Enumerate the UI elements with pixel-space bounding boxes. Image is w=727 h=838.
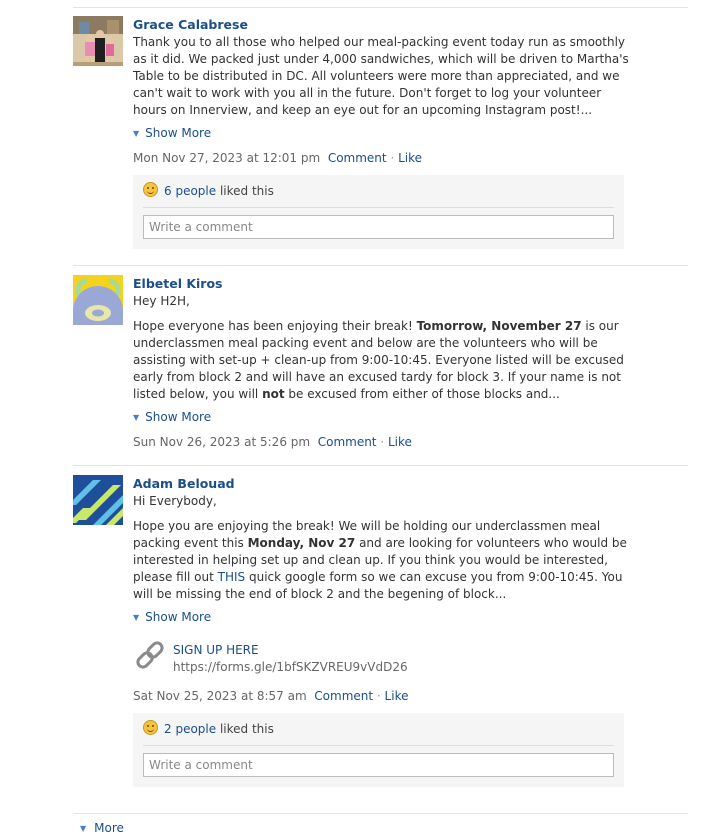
post-timestamp: Sat Nov 25, 2023 at 8:57 am: [133, 689, 307, 703]
expand-triangle-icon: ▼: [80, 824, 87, 833]
text-run: Thank you to all those who helped our me…: [133, 35, 629, 117]
likes-suffix: liked this: [219, 722, 274, 736]
divider: [73, 813, 688, 814]
text-run: Hope everyone has been enjoying their br…: [133, 319, 417, 333]
bold-text: Monday, Nov 27: [247, 536, 356, 550]
like-link[interactable]: Like: [398, 151, 422, 165]
post-author[interactable]: Adam Belouad: [133, 475, 633, 493]
attachment-title-link[interactable]: SIGN UP HERE: [173, 642, 259, 659]
show-more-link[interactable]: ▼ Show More: [133, 409, 633, 426]
scrollbar-track[interactable]: [708, 0, 727, 838]
divider: [143, 745, 614, 746]
expand-triangle-icon: ▼: [133, 413, 140, 422]
like-link[interactable]: Like: [385, 689, 409, 703]
bold-text: not: [262, 387, 285, 401]
more-posts-link[interactable]: ▼ More: [80, 820, 124, 837]
post-timestamp: Sun Nov 26, 2023 at 5:26 pm: [133, 435, 311, 449]
inline-link[interactable]: THIS: [218, 570, 246, 584]
divider: [143, 207, 614, 208]
text-run: Hey H2H,: [133, 294, 190, 308]
text-run: be excused from either of those blocks a…: [284, 387, 560, 401]
post-meta: Sun Nov 26, 2023 at 5:26 pm Comment · Li…: [133, 435, 412, 449]
comment-input[interactable]: [143, 753, 614, 777]
post-author[interactable]: Elbetel Kiros: [133, 275, 633, 293]
comment-input[interactable]: [143, 215, 614, 239]
attachment-url: https://forms.gle/1bfSKZVREU9vVdD26: [173, 660, 408, 674]
post-greeting: Hey H2H,: [133, 293, 633, 310]
likes-panel: 6 people liked this: [133, 175, 624, 249]
likes-count-link[interactable]: 6 people: [164, 184, 216, 198]
post-greeting: Hi Everybody,: [133, 493, 633, 510]
expand-triangle-icon: ▼: [133, 129, 140, 138]
post-text: Hope you are enjoying the break! We will…: [133, 518, 633, 603]
smiley-icon: [143, 182, 158, 197]
divider: [73, 7, 688, 8]
divider: [73, 265, 688, 266]
comment-link[interactable]: Comment: [328, 151, 387, 165]
avatar[interactable]: [73, 475, 123, 525]
expand-triangle-icon: ▼: [133, 613, 140, 622]
post-meta: Mon Nov 27, 2023 at 12:01 pm Comment · L…: [133, 151, 423, 165]
post-timestamp: Mon Nov 27, 2023 at 12:01 pm: [133, 151, 321, 165]
avatar[interactable]: [73, 275, 123, 325]
comment-link[interactable]: Comment: [314, 689, 373, 703]
likes-suffix: liked this: [219, 184, 274, 198]
post-author[interactable]: Grace Calabrese: [133, 16, 633, 34]
likes-panel: 2 people liked this: [133, 713, 624, 787]
like-link[interactable]: Like: [388, 435, 412, 449]
post-text: Thank you to all those who helped our me…: [133, 34, 633, 119]
smiley-icon: [143, 720, 158, 735]
show-more-link[interactable]: ▼ Show More: [133, 609, 633, 626]
link-attachment: SIGN UP HERE https://forms.gle/1bfSKZVRE…: [133, 638, 633, 682]
post-text: Hope everyone has been enjoying their br…: [133, 318, 633, 403]
bold-text: Tomorrow, November 27: [416, 319, 582, 333]
avatar[interactable]: [73, 16, 123, 66]
text-run: Hi Everybody,: [133, 494, 217, 508]
comment-link[interactable]: Comment: [318, 435, 377, 449]
likes-count-link[interactable]: 2 people: [164, 722, 216, 736]
show-more-link[interactable]: ▼ Show More: [133, 125, 633, 142]
post-meta: Sat Nov 25, 2023 at 8:57 am Comment · Li…: [133, 689, 409, 703]
link-chain-icon: [136, 641, 164, 669]
divider: [73, 465, 688, 466]
